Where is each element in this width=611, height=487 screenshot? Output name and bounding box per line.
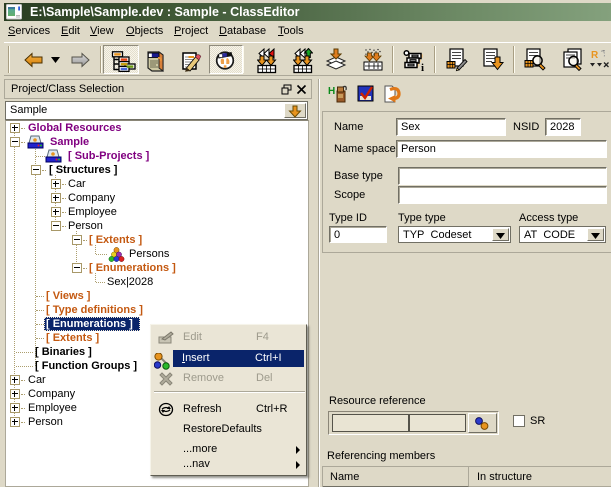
- svg-text:H: H: [328, 86, 335, 97]
- svg-text:R: R: [591, 50, 599, 61]
- svg-text:i: i: [421, 62, 424, 73]
